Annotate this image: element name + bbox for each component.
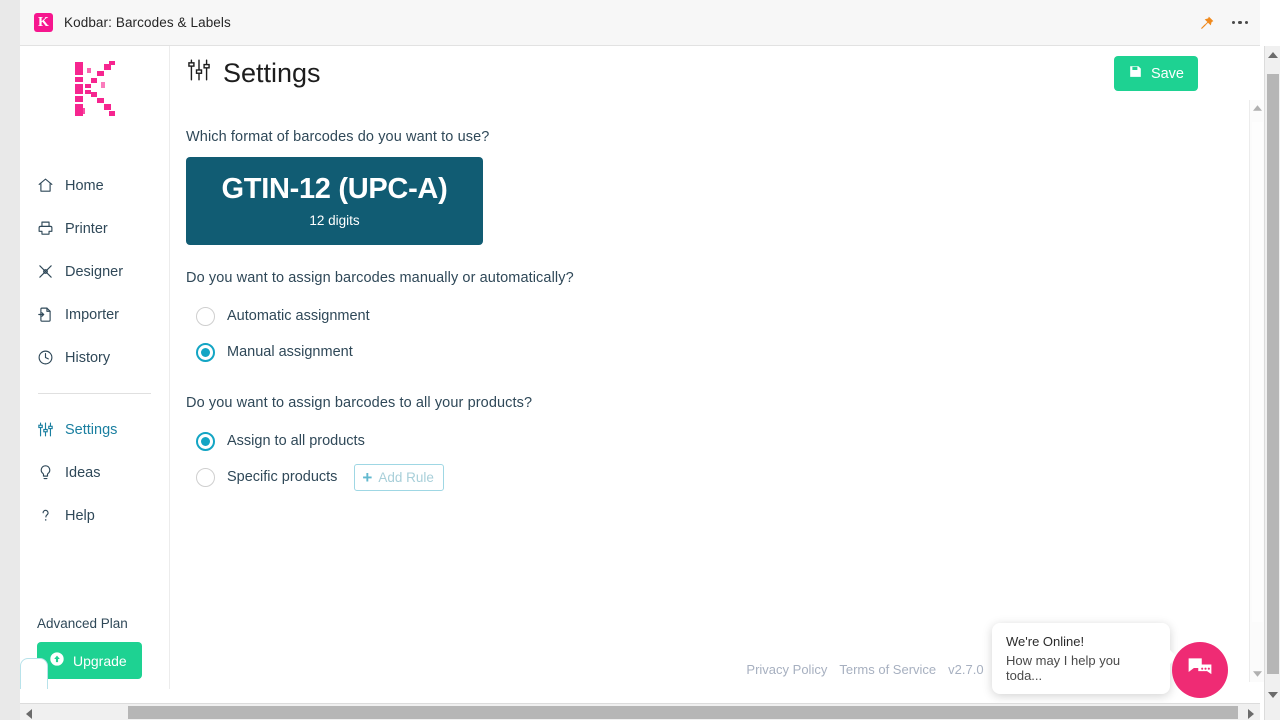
app-frame: Home Printer Designer Importer History S…	[20, 46, 1260, 689]
importer-icon	[37, 306, 54, 323]
sidebar-item-help[interactable]: Help	[20, 494, 169, 537]
outer-vertical-scrollbar[interactable]	[1264, 46, 1280, 720]
extension-header-actions	[1198, 14, 1248, 32]
sidebar-item-label: Ideas	[65, 464, 101, 481]
sidebar-item-ideas[interactable]: Ideas	[20, 451, 169, 494]
horizontal-scroll-right-arrow[interactable]	[1248, 709, 1254, 719]
page-title-text: Settings	[223, 58, 321, 88]
radio-icon-selected	[196, 431, 215, 451]
radio-label: Assign to all products	[227, 433, 365, 449]
left-edge-accent	[20, 658, 48, 689]
radio-icon	[196, 306, 215, 326]
version-label: v2.7.0	[948, 662, 984, 677]
inner-scroll-thumb[interactable]	[1252, 122, 1263, 622]
chat-tooltip-title: We're Online!	[1006, 634, 1085, 649]
inner-vertical-scrollbar[interactable]	[1249, 100, 1264, 682]
radio-label: Specific products	[227, 469, 338, 485]
save-button[interactable]: Save	[1113, 56, 1198, 91]
outer-scroll-thumb[interactable]	[1267, 74, 1279, 674]
app-window: K Kodbar: Barcodes & Labels Home Printer…	[0, 0, 1280, 720]
sidebar-item-label: Importer	[65, 306, 119, 323]
add-rule-button[interactable]: + Add Rule	[354, 463, 444, 491]
sidebar-item-label: Designer	[65, 263, 124, 280]
extension-header: K Kodbar: Barcodes & Labels	[20, 0, 1260, 46]
question-icon	[37, 507, 54, 524]
brand-logo[interactable]	[20, 46, 169, 120]
printer-icon	[37, 220, 54, 237]
horizontal-scroll-thumb[interactable]	[128, 706, 1238, 719]
window-left-gutter	[0, 0, 20, 720]
sidebar-item-settings[interactable]: Settings	[20, 408, 169, 451]
radio-label: Manual assignment	[227, 344, 353, 360]
sidebar-item-history[interactable]: History	[20, 336, 169, 379]
upload-circle-icon	[49, 651, 65, 670]
inner-scroll-up-arrow[interactable]	[1253, 105, 1262, 111]
sliders-icon	[186, 57, 212, 90]
more-dots-icon[interactable]	[1231, 20, 1248, 25]
sidebar-item-label: Settings	[65, 421, 118, 438]
inner-scroll-down-arrow[interactable]	[1253, 671, 1262, 677]
format-card-subtitle: 12 digits	[309, 212, 360, 228]
radio-manual-assignment[interactable]: Manual assignment	[196, 334, 1260, 370]
sidebar-item-label: Help	[65, 507, 95, 524]
sidebar-divider	[38, 393, 151, 394]
sidebar: Home Printer Designer Importer History S…	[20, 46, 170, 689]
floppy-disk-icon	[1128, 64, 1143, 83]
sidebar-nav-primary: Home Printer Designer Importer History S…	[20, 164, 169, 537]
chat-launcher-button[interactable]	[1172, 642, 1228, 698]
radio-icon	[196, 467, 215, 487]
barcode-format-card[interactable]: GTIN-12 (UPC-A) 12 digits	[186, 157, 483, 245]
radio-automatic-assignment[interactable]: Automatic assignment	[196, 298, 1260, 334]
lightbulb-icon	[37, 464, 54, 481]
radio-icon-selected	[196, 342, 215, 362]
extension-logo-icon: K	[34, 13, 53, 32]
privacy-policy-link[interactable]: Privacy Policy	[746, 662, 827, 677]
sidebar-item-printer[interactable]: Printer	[20, 207, 169, 250]
assignment-question: Do you want to assign barcodes manually …	[186, 270, 574, 286]
outer-scroll-up-arrow[interactable]	[1268, 52, 1278, 58]
horizontal-scrollbar[interactable]	[20, 703, 1260, 720]
chat-bubbles-icon	[1186, 654, 1214, 687]
format-card-title: GTIN-12 (UPC-A)	[221, 173, 448, 206]
pin-icon[interactable]	[1198, 14, 1216, 32]
clock-icon	[37, 349, 54, 366]
home-icon	[37, 177, 54, 194]
chat-tooltip[interactable]: We're Online! How may I help you toda...	[992, 623, 1177, 694]
kodbar-k-logo-icon	[74, 61, 115, 116]
page-title: Settings	[186, 57, 321, 90]
chat-tooltip-message: How may I help you toda...	[1006, 653, 1121, 683]
radio-assign-all-products[interactable]: Assign to all products	[196, 423, 1260, 459]
save-button-label: Save	[1150, 65, 1184, 82]
extension-title: Kodbar: Barcodes & Labels	[64, 15, 231, 30]
upgrade-button[interactable]: Upgrade	[37, 642, 142, 679]
sidebar-item-importer[interactable]: Importer	[20, 293, 169, 336]
sliders-icon	[37, 421, 54, 438]
radio-label: Automatic assignment	[227, 308, 370, 324]
plan-label: Advanced Plan	[37, 616, 128, 631]
plus-icon: +	[362, 467, 373, 487]
main-panel: Settings Save Which format of barcodes d…	[170, 46, 1260, 689]
terms-of-service-link[interactable]: Terms of Service	[839, 662, 936, 677]
outer-scroll-down-arrow[interactable]	[1268, 692, 1278, 698]
upgrade-button-label: Upgrade	[73, 652, 127, 669]
products-question: Do you want to assign barcodes to all yo…	[186, 395, 533, 411]
sidebar-item-label: Printer	[65, 220, 108, 237]
settings-content: Which format of barcodes do you want to …	[170, 101, 1260, 495]
horizontal-scroll-left-arrow[interactable]	[26, 709, 32, 719]
add-rule-label: Add Rule	[378, 469, 434, 485]
sidebar-item-home[interactable]: Home	[20, 164, 169, 207]
format-question: Which format of barcodes do you want to …	[186, 129, 490, 145]
sidebar-item-label: History	[65, 349, 111, 366]
extension-logo-letter: K	[38, 14, 49, 30]
page-header: Settings Save	[170, 46, 1260, 101]
sidebar-item-designer[interactable]: Designer	[20, 250, 169, 293]
sidebar-item-label: Home	[65, 177, 104, 194]
radio-specific-products[interactable]: Specific products + Add Rule	[196, 459, 1260, 495]
designer-icon	[37, 263, 54, 280]
